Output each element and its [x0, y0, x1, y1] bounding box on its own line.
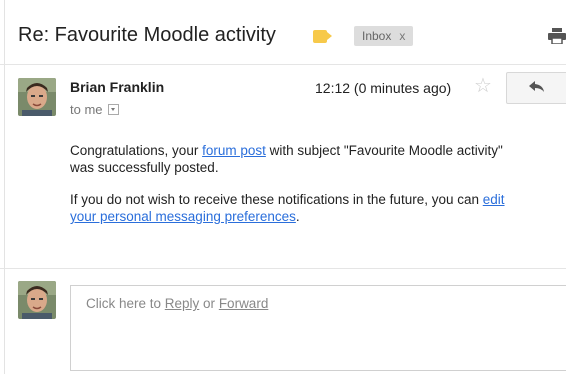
- sender-avatar: [18, 78, 56, 116]
- header-divider: [0, 64, 566, 65]
- email-subject: Re: Favourite Moodle activity: [18, 24, 276, 46]
- star-icon[interactable]: ☆: [474, 76, 492, 96]
- edit-link[interactable]: edit: [483, 192, 505, 207]
- left-border: [4, 0, 5, 374]
- reply-prompt: Click here to Reply or Forward: [86, 296, 268, 311]
- remove-label-button[interactable]: x: [399, 29, 405, 43]
- body-text: Congratulations, your: [70, 143, 203, 158]
- body-text: with subject "Favourite Moodle activity": [265, 143, 503, 158]
- print-icon[interactable]: [548, 28, 566, 45]
- recipient-text: to me: [70, 102, 103, 117]
- message-paragraph-1: Congratulations, your forum post with su…: [70, 142, 566, 176]
- body-text: was successfully posted.: [70, 160, 219, 175]
- forum-post-link[interactable]: forum post: [202, 143, 266, 158]
- reply-or-text: or: [199, 296, 219, 311]
- label-tag-icon[interactable]: [313, 30, 332, 43]
- reply-button[interactable]: [506, 72, 566, 104]
- body-text: If you do not wish to receive these noti…: [70, 192, 483, 207]
- message-paragraph-2: If you do not wish to receive these noti…: [70, 191, 566, 225]
- forward-link[interactable]: Forward: [219, 296, 269, 311]
- messaging-preferences-link[interactable]: your personal messaging preferences: [70, 209, 296, 224]
- user-avatar: [18, 281, 56, 319]
- message-divider: [0, 268, 566, 269]
- message-time: 12:12 (0 minutes ago): [315, 80, 452, 96]
- inbox-label-badge[interactable]: Inbox x: [354, 26, 414, 46]
- reply-link[interactable]: Reply: [165, 296, 200, 311]
- reply-prompt-text: Click here to: [86, 296, 165, 311]
- chevron-down-icon[interactable]: [107, 104, 119, 115]
- sender-name[interactable]: Brian Franklin: [70, 79, 164, 95]
- reply-arrow-icon: [529, 81, 544, 92]
- recipient-line: to me: [70, 102, 119, 117]
- inbox-label-text: Inbox: [362, 29, 392, 43]
- body-text: .: [295, 209, 300, 224]
